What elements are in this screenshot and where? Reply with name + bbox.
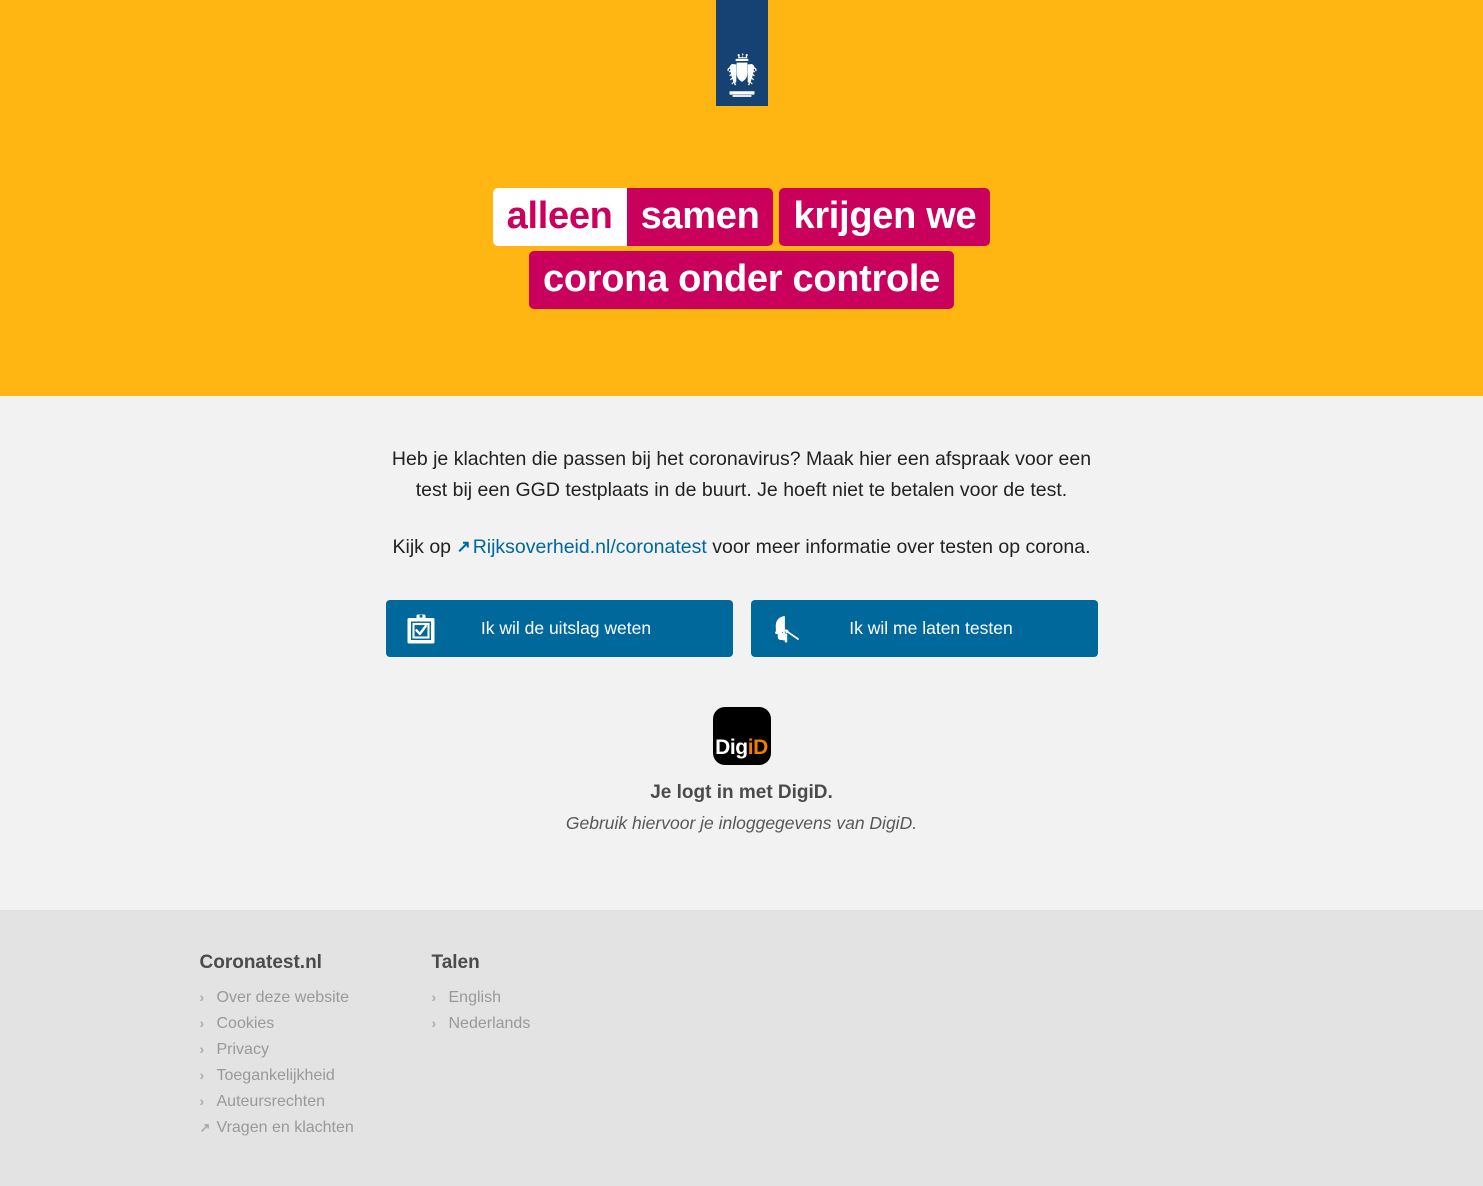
- footer-link-cookies[interactable]: › Cookies: [200, 1012, 432, 1035]
- footer-link-label: Privacy: [216, 1041, 269, 1058]
- chevron-right-icon: ›: [199, 989, 205, 1005]
- footer-link-over-deze-website[interactable]: › Over deze website: [200, 986, 432, 1009]
- footer-column-coronatest: Coronatest.nl › Over deze website › Cook…: [200, 952, 432, 1142]
- clipboard-check-icon: [404, 612, 438, 646]
- footer-link-label: English: [448, 989, 501, 1006]
- footer-link-label: Vragen en klachten: [216, 1119, 354, 1136]
- action-buttons: Ik wil de uitslag weten Ik wil me laten …: [0, 600, 1483, 657]
- rijksoverheid-coat-of-arms-icon: [722, 52, 762, 98]
- intro-block: Heb je klachten die passen bij het coron…: [382, 444, 1102, 563]
- footer-link-english[interactable]: › English: [432, 986, 732, 1009]
- rijksoverheid-logo-bar: [716, 0, 768, 106]
- list-item: › Over deze website: [200, 986, 432, 1009]
- campaign-word-alleen: alleen: [492, 188, 627, 246]
- footer-heading-talen: Talen: [431, 952, 480, 973]
- footer-column-talen: Talen › English › Nederlands: [432, 952, 732, 1142]
- head-swab-icon: [769, 612, 803, 646]
- footer-list-coronatest: › Over deze website › Cookies › Privacy …: [200, 986, 432, 1139]
- campaign-word-samen: samen: [626, 188, 774, 246]
- footer-link-privacy[interactable]: › Privacy: [200, 1038, 432, 1061]
- footer-columns: Coronatest.nl › Over deze website › Cook…: [197, 952, 1287, 1142]
- chevron-right-icon: ›: [199, 1015, 205, 1031]
- rijksoverheid-coronatest-link-label: Rijksoverheid.nl/coronatest: [472, 536, 707, 558]
- list-item: › Toegankelijkheid: [200, 1064, 432, 1087]
- digid-logo-part-id: iD: [747, 736, 769, 759]
- chevron-right-icon: ›: [431, 989, 437, 1005]
- list-item: › Privacy: [200, 1038, 432, 1061]
- digid-logo-part-dig: Dig: [715, 736, 748, 759]
- main-content: Heb je klachten die passen bij het coron…: [0, 396, 1483, 910]
- external-link-icon: ↗: [199, 1120, 211, 1135]
- footer-link-nederlands[interactable]: › Nederlands: [432, 1012, 732, 1035]
- campaign-phrase-corona-onder-controle: corona onder controle: [529, 251, 954, 309]
- list-item: › Auteursrechten: [200, 1090, 432, 1113]
- intro-paragraph: Heb je klachten die passen bij het coron…: [391, 448, 1092, 501]
- ik-wil-de-uitslag-weten-button[interactable]: Ik wil de uitslag weten: [385, 600, 733, 657]
- footer-link-label: Auteursrechten: [216, 1093, 326, 1110]
- footer-link-toegankelijkheid[interactable]: › Toegankelijkheid: [200, 1064, 432, 1087]
- external-link-icon: ↗: [456, 537, 471, 556]
- footer-link-label: Nederlands: [448, 1015, 531, 1032]
- footer-link-label: Toegankelijkheid: [216, 1067, 335, 1084]
- ik-wil-me-laten-testen-label: Ik wil me laten testen: [849, 618, 1013, 638]
- list-item: › Nederlands: [432, 1012, 732, 1035]
- chevron-right-icon: ›: [199, 1041, 205, 1057]
- footer-link-label: Cookies: [216, 1015, 275, 1032]
- campaign-line-1: alleen samen krijgen we: [492, 188, 991, 246]
- footer-link-vragen-en-klachten[interactable]: ↗ Vragen en klachten: [200, 1116, 432, 1139]
- footer-list-talen: › English › Nederlands: [432, 986, 732, 1035]
- chevron-right-icon: ›: [199, 1093, 205, 1109]
- digid-subtitle: Gebruik hiervoor je inloggegevens van Di…: [565, 813, 918, 833]
- list-item: › Cookies: [200, 1012, 432, 1035]
- footer-heading-coronatest: Coronatest.nl: [199, 952, 322, 973]
- campaign-word-krijgen-we: krijgen we: [779, 188, 991, 246]
- chevron-right-icon: ›: [199, 1067, 205, 1083]
- footer-link-auteursrechten[interactable]: › Auteursrechten: [200, 1090, 432, 1113]
- info-link-suffix: voor meer informatie over testen op coro…: [712, 536, 1091, 558]
- footer-link-label: Over deze website: [216, 989, 350, 1006]
- rijksoverheid-coronatest-link[interactable]: ↗ Rijksoverheid.nl/coronatest: [456, 536, 706, 558]
- chevron-right-icon: ›: [431, 1015, 437, 1031]
- ik-wil-de-uitslag-weten-label: Ik wil de uitslag weten: [480, 618, 652, 638]
- digid-title: Je logt in met DigiD.: [650, 782, 833, 803]
- page-root: alleen samen krijgen we corona onder con…: [0, 0, 1483, 1186]
- info-link-prefix: Kijk op: [392, 536, 452, 558]
- digid-logo: DigiD: [712, 707, 771, 765]
- site-header: alleen samen krijgen we corona onder con…: [0, 0, 1483, 396]
- digid-logo-text: DigiD: [715, 737, 768, 758]
- digid-block: DigiD Je logt in met DigiD. Gebruik hier…: [0, 707, 1483, 834]
- campaign-slogan: alleen samen krijgen we corona onder con…: [0, 188, 1483, 309]
- info-link-line: Kijk op ↗ Rijksoverheid.nl/coronatest voo…: [382, 532, 1102, 563]
- ik-wil-me-laten-testen-button[interactable]: Ik wil me laten testen: [750, 600, 1098, 657]
- list-item: › English: [432, 986, 732, 1009]
- list-item: ↗ Vragen en klachten: [200, 1116, 432, 1139]
- campaign-line-2: corona onder controle: [529, 251, 954, 309]
- site-footer: Coronatest.nl › Over deze website › Cook…: [0, 910, 1483, 1186]
